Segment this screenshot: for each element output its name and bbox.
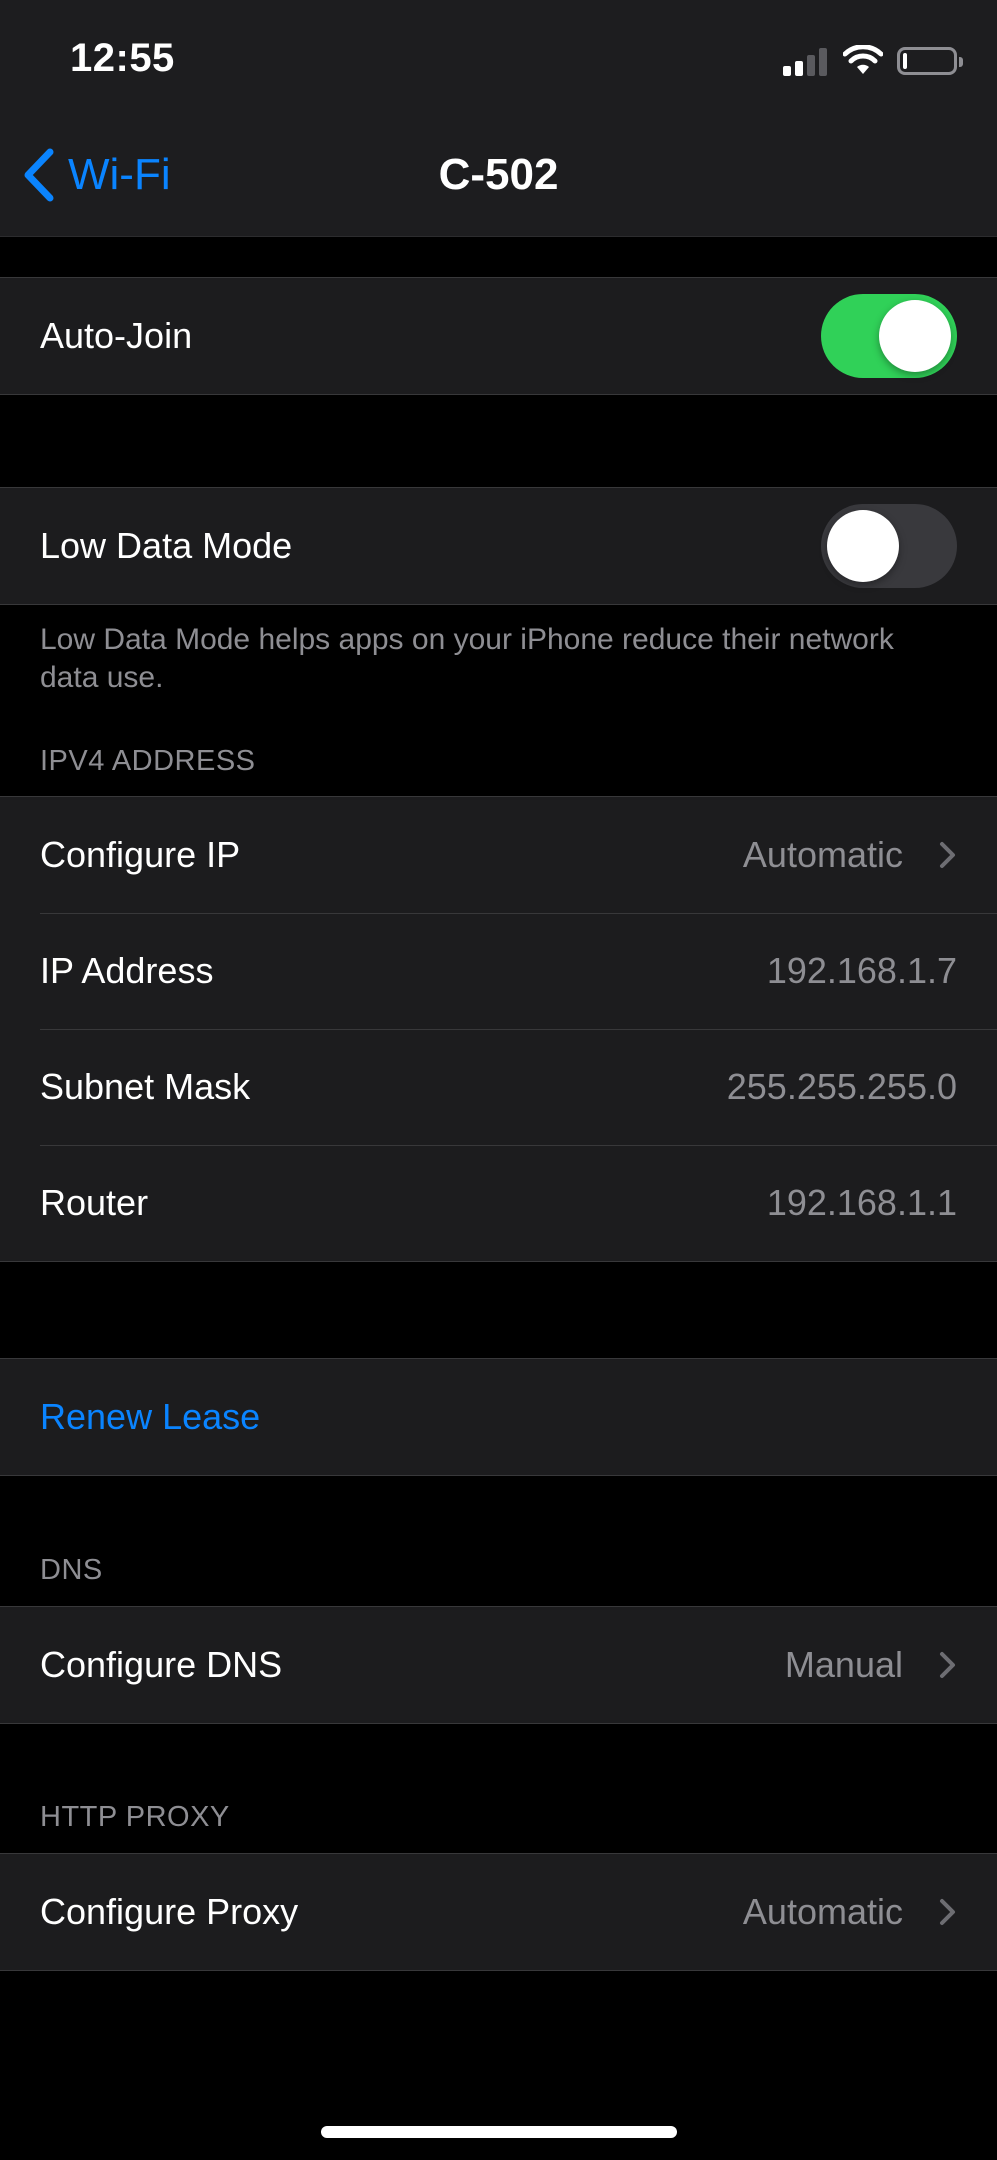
ip-address-value: 192.168.1.7 — [766, 950, 957, 991]
subnet-mask-label: Subnet Mask — [40, 1066, 251, 1107]
toggle-knob — [827, 510, 899, 582]
auto-join-toggle[interactable] — [821, 294, 957, 378]
configure-proxy-row[interactable]: Configure Proxy Automatic — [0, 1854, 997, 1970]
status-icons — [783, 44, 963, 78]
configure-dns-value: Manual — [784, 1644, 903, 1685]
subnet-mask-value: 255.255.255.0 — [726, 1066, 957, 1107]
dns-group: Configure DNS Manual — [0, 1606, 997, 1724]
dns-section-header: DNS — [40, 1554, 103, 1586]
http-proxy-group: Configure Proxy Automatic — [0, 1853, 997, 1971]
ipv4-group: Configure IP Automatic IP Address 192.16… — [0, 796, 997, 1262]
cellular-signal-icon — [783, 46, 829, 76]
header: 12:55 Wi-Fi C-502 — [0, 0, 997, 237]
router-row: Router 192.168.1.1 — [0, 1145, 997, 1261]
auto-join-row: Auto-Join — [0, 278, 997, 394]
renew-lease-group: Renew Lease — [0, 1358, 997, 1476]
chevron-right-icon — [940, 842, 955, 868]
status-time: 12:55 — [70, 36, 175, 80]
router-label: Router — [40, 1182, 149, 1223]
home-indicator[interactable] — [321, 2126, 677, 2138]
wifi-icon — [843, 45, 883, 74]
configure-proxy-label: Configure Proxy — [40, 1891, 299, 1932]
toggle-knob — [879, 300, 951, 372]
low-data-mode-row: Low Data Mode — [0, 488, 997, 604]
subnet-mask-row: Subnet Mask 255.255.255.0 — [0, 1029, 997, 1145]
configure-dns-label: Configure DNS — [40, 1644, 283, 1685]
configure-proxy-value: Automatic — [742, 1891, 903, 1932]
renew-lease-button[interactable]: Renew Lease — [0, 1359, 997, 1475]
auto-join-group: Auto-Join — [0, 277, 997, 395]
http-proxy-section-header: HTTP PROXY — [40, 1801, 230, 1833]
page-title: C-502 — [438, 150, 559, 199]
ip-address-row: IP Address 192.168.1.7 — [0, 913, 997, 1029]
chevron-right-icon — [940, 1899, 955, 1925]
auto-join-label: Auto-Join — [40, 315, 193, 356]
low-data-mode-label: Low Data Mode — [40, 525, 293, 566]
ipv4-section-header: IPV4 ADDRESS — [40, 745, 256, 777]
chevron-right-icon — [940, 1652, 955, 1678]
renew-lease-label: Renew Lease — [40, 1396, 261, 1437]
configure-ip-label: Configure IP — [40, 834, 241, 875]
configure-ip-value: Automatic — [742, 834, 903, 875]
configure-ip-row[interactable]: Configure IP Automatic — [0, 797, 997, 913]
battery-low-icon — [897, 47, 963, 75]
low-data-mode-toggle[interactable] — [821, 504, 957, 588]
router-value: 192.168.1.1 — [766, 1182, 957, 1223]
low-data-mode-group: Low Data Mode — [0, 487, 997, 605]
configure-dns-row[interactable]: Configure DNS Manual — [0, 1607, 997, 1723]
ip-address-label: IP Address — [40, 950, 214, 991]
low-data-mode-footer: Low Data Mode helps apps on your iPhone … — [40, 623, 894, 694]
